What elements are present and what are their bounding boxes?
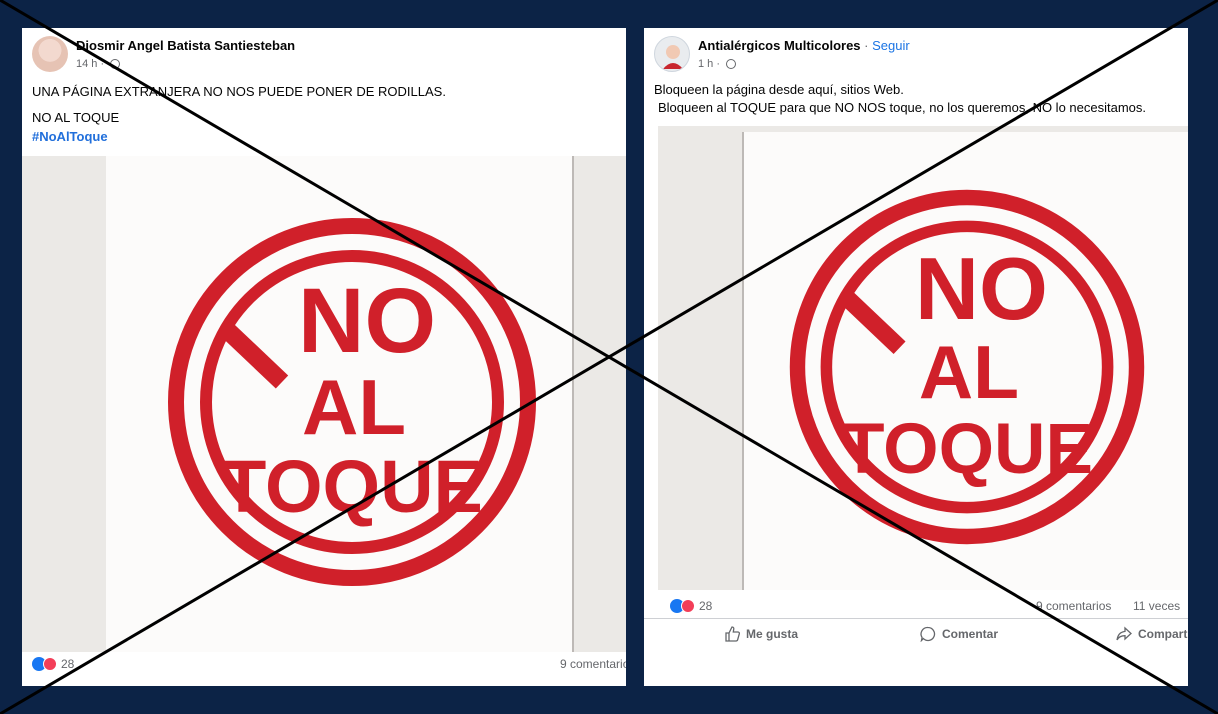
post-image[interactable]: NO AL TOQUE (22, 156, 626, 652)
logo-word-al: AL (302, 363, 406, 451)
reaction-count: 28 (61, 656, 75, 671)
meta-separator: · (716, 58, 724, 70)
reaction-count: 28 (699, 598, 713, 613)
post-timestamp[interactable]: 1 h · (698, 58, 737, 70)
logo-word-no: NO (298, 270, 436, 372)
globe-icon (110, 59, 121, 70)
post-text-line-1: Bloqueen la página desde aquí, sitios We… (654, 82, 904, 97)
time-text[interactable]: 1 h (698, 58, 713, 70)
post-image[interactable]: NO AL TOQUE (658, 126, 1188, 590)
share-button[interactable]: Compartir (1116, 626, 1188, 642)
comment-label: Comentar (942, 627, 999, 641)
comment-count[interactable]: 9 comentarios (560, 657, 626, 671)
share-count[interactable]: 11 veces (1133, 599, 1180, 613)
follow-button[interactable]: Seguir (872, 38, 910, 53)
action-bar: Me gusta Comentar Compartir (644, 618, 1188, 649)
share-arrow-icon (1116, 626, 1132, 641)
like-label: Me gusta (746, 627, 799, 641)
author-name[interactable]: Diosmir Angel Batista Santiesteban (76, 38, 295, 53)
post-text-line-2: Bloqueen al TOQUE para que NO NOS toque,… (658, 100, 1146, 115)
facebook-post-left: Diosmir Angel Batista Santiesteban 14 h … (22, 28, 626, 686)
reaction-summary[interactable]: 28 (32, 656, 74, 671)
like-button[interactable]: Me gusta (724, 626, 798, 642)
hashtag-link[interactable]: #NoAlToque (32, 129, 108, 144)
facebook-post-right: Antialérgicos Multicolores · Seguir 1 h … (644, 28, 1188, 686)
author-avatar[interactable] (32, 36, 68, 72)
globe-icon (726, 59, 737, 70)
logo-slash (837, 288, 906, 355)
thumbs-up-icon (725, 626, 741, 642)
logo-word-no: NO (915, 239, 1048, 338)
page-name-row: Antialérgicos Multicolores · Seguir (698, 38, 910, 53)
comment-count[interactable]: 9 comentarios (1036, 599, 1111, 613)
avatar-image-icon (663, 45, 683, 69)
logo-slash (217, 320, 289, 389)
share-label: Compartir (1138, 627, 1188, 641)
name-separator: · (864, 38, 869, 53)
post-text-line-2: NO AL TOQUE (32, 110, 120, 125)
page-avatar[interactable] (654, 36, 690, 72)
love-reaction-icon (681, 598, 695, 613)
no-al-toque-logo: NO AL TOQUE (168, 218, 536, 586)
time-text[interactable]: 14 h (76, 58, 97, 70)
post-timestamp[interactable]: 14 h · (76, 58, 121, 70)
logo-word-al: AL (919, 330, 1019, 414)
comment-button[interactable]: Comentar (920, 626, 999, 643)
post-text-line-1: UNA PÁGINA EXTRANJERA NO NOS PUEDE PONER… (32, 84, 446, 99)
no-al-toque-logo: NO AL TOQUE (789, 189, 1145, 545)
page-name[interactable]: Antialérgicos Multicolores (698, 38, 861, 53)
logo-word-toque: TOQUE (221, 445, 483, 528)
love-reaction-icon (43, 656, 57, 671)
reaction-summary[interactable]: 28 (670, 598, 712, 613)
comment-bubble-icon (920, 626, 936, 643)
logo-word-toque: TOQUE (841, 409, 1093, 489)
meta-separator: · (100, 58, 108, 70)
